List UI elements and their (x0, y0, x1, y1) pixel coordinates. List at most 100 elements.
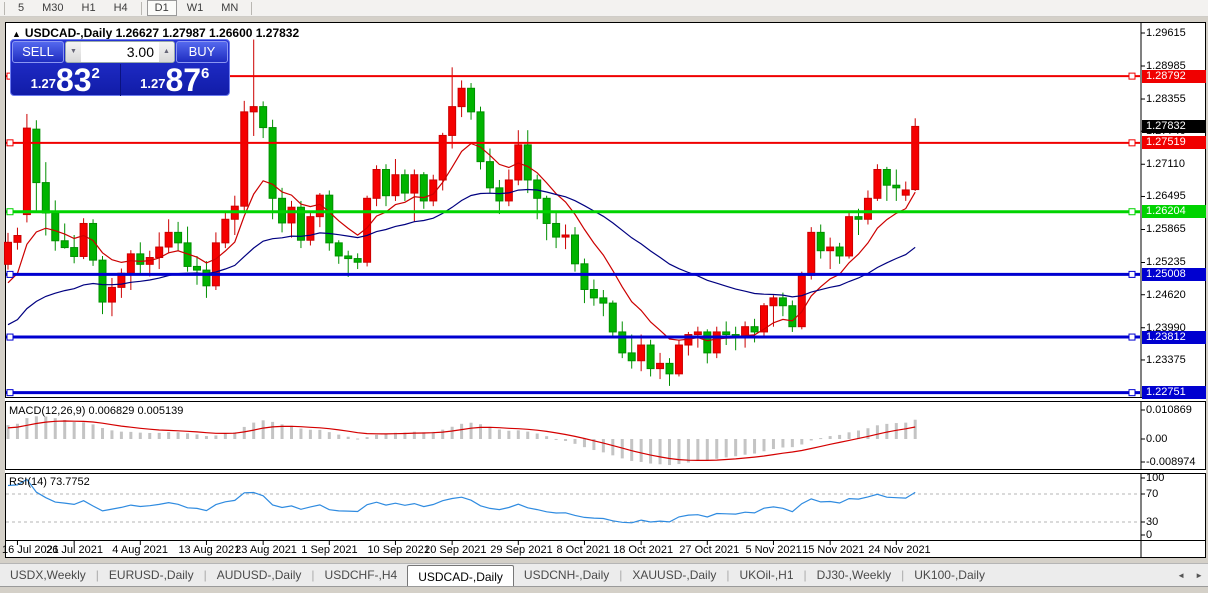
candle-body (71, 248, 78, 257)
date-axis-label: 13 Aug 2021 (178, 544, 240, 556)
price-axis-label: 1.29615 (1146, 27, 1186, 39)
macd-histogram-bar (564, 439, 567, 441)
macd-histogram-bar (148, 433, 151, 439)
candle-body (883, 169, 890, 185)
date-axis-label: 15 Nov 2021 (802, 544, 864, 556)
macd-histogram-bar (120, 432, 123, 439)
level-handle[interactable] (1129, 140, 1135, 146)
level-handle[interactable] (7, 209, 13, 215)
macd-histogram-bar (640, 439, 643, 462)
level-handle[interactable] (7, 271, 13, 277)
candle-body (80, 223, 87, 256)
tab-xauusd-daily[interactable]: XAUUSD-,Daily (622, 564, 726, 586)
level-handle[interactable] (1129, 209, 1135, 215)
tab-scroll-left-icon[interactable]: ◄ (1172, 564, 1190, 586)
candle-body (572, 235, 579, 264)
candle-body (33, 129, 40, 182)
macd-histogram-bar (914, 420, 917, 439)
candle-body (751, 327, 758, 332)
tab-eurusd-daily[interactable]: EURUSD-,Daily (99, 564, 204, 586)
level-handle[interactable] (7, 390, 13, 396)
sell-button[interactable]: SELL (12, 41, 64, 63)
macd-histogram-bar (63, 420, 66, 439)
macd-histogram-bar (602, 439, 605, 452)
collapse-panel-icon[interactable]: ▲ (12, 29, 21, 39)
tab-usdchf-h4[interactable]: USDCHF-,H4 (315, 564, 408, 586)
macd-histogram-bar (110, 430, 113, 439)
candle-body (808, 232, 815, 275)
tab-usdcad-daily[interactable]: USDCAD-,Daily (407, 565, 514, 586)
tab-usdcnh-daily[interactable]: USDCNH-,Daily (514, 564, 619, 586)
macd-histogram-bar (677, 439, 680, 464)
macd-histogram-bar (196, 434, 199, 439)
panel-splitter-main-macd[interactable] (5, 397, 1206, 402)
buy-price-big: 87 (165, 66, 201, 94)
candle-body (392, 175, 399, 196)
tab-ukoil-h1[interactable]: UKOil-,H1 (730, 564, 804, 586)
level-handle[interactable] (1129, 73, 1135, 79)
candle-body (203, 270, 210, 286)
macd-label: MACD(12,26,9) 0.006829 0.005139 (9, 405, 183, 417)
macd-histogram-bar (668, 439, 671, 465)
macd-histogram-bar (772, 439, 775, 449)
volume-decrease-button[interactable]: ▼ (66, 42, 81, 62)
macd-histogram-bar (866, 428, 869, 439)
macd-histogram-bar (838, 435, 841, 439)
macd-histogram-bar (271, 422, 274, 439)
candle-body (222, 219, 229, 243)
sell-price-big: 83 (56, 66, 92, 94)
rsi-axis-label: 0 (1146, 529, 1152, 541)
candle-body (864, 198, 871, 219)
one-click-trade-panel: SELL ▼ 3.00 ▲ BUY 1.27832 1.27876 (10, 39, 230, 96)
buy-price[interactable]: 1.27876 (121, 64, 230, 96)
candle-body (798, 275, 805, 326)
level-handle[interactable] (1129, 390, 1135, 396)
candle-body (912, 126, 919, 189)
macd-histogram-bar (904, 423, 907, 439)
macd-histogram-bar (781, 439, 784, 447)
price-level-badge: 1.22751 (1142, 386, 1206, 399)
level-handle[interactable] (1129, 334, 1135, 340)
level-handle[interactable] (7, 140, 13, 146)
candle-body (496, 188, 503, 201)
tab-dj30-weekly[interactable]: DJ30-,Weekly (807, 564, 901, 586)
price-axis-label: 1.27110 (1146, 158, 1185, 170)
candle-body (524, 145, 531, 180)
candle-body (260, 107, 267, 128)
candle-body (609, 303, 616, 332)
macd-histogram-bar (460, 424, 463, 439)
panel-splitter-macd-rsi[interactable] (5, 469, 1206, 474)
tab-uk100-daily[interactable]: UK100-,Daily (904, 564, 995, 586)
macd-histogram-bar (611, 439, 614, 455)
candle-body (250, 107, 257, 112)
macd-histogram-bar (744, 439, 747, 455)
sell-price[interactable]: 1.27832 (11, 64, 121, 96)
volume-input[interactable]: 3.00 (81, 44, 159, 60)
candle-body (354, 259, 361, 263)
date-axis-label: 10 Sep 2021 (367, 544, 429, 556)
macd-histogram-bar (687, 439, 690, 463)
sell-price-prefix: 1.27 (31, 76, 56, 91)
tab-scroll-right-icon[interactable]: ► (1190, 564, 1208, 586)
candle-body (90, 223, 97, 260)
macd-histogram-bar (186, 433, 189, 439)
macd-histogram-bar (848, 432, 851, 439)
candle-body (874, 169, 881, 198)
level-handle[interactable] (7, 334, 13, 340)
macd-histogram-bar (498, 429, 501, 439)
level-handle[interactable] (1129, 271, 1135, 277)
macd-histogram-bar (696, 439, 699, 461)
candle-body (137, 254, 144, 264)
price-axis-label: 1.25235 (1146, 256, 1186, 268)
candle-body (108, 287, 115, 302)
buy-button[interactable]: BUY (176, 41, 228, 63)
tab-usdx-weekly[interactable]: USDX,Weekly (0, 564, 96, 586)
price-axis-label: 1.24620 (1146, 289, 1186, 301)
candle-body (5, 242, 12, 264)
macd-histogram-bar (375, 435, 378, 439)
tab-audusd-daily[interactable]: AUDUSD-,Daily (207, 564, 312, 586)
volume-increase-button[interactable]: ▲ (159, 42, 174, 62)
candle-body (713, 332, 720, 353)
rsi-label: RSI(14) 73.7752 (9, 476, 90, 488)
macd-histogram-bar (16, 424, 19, 439)
